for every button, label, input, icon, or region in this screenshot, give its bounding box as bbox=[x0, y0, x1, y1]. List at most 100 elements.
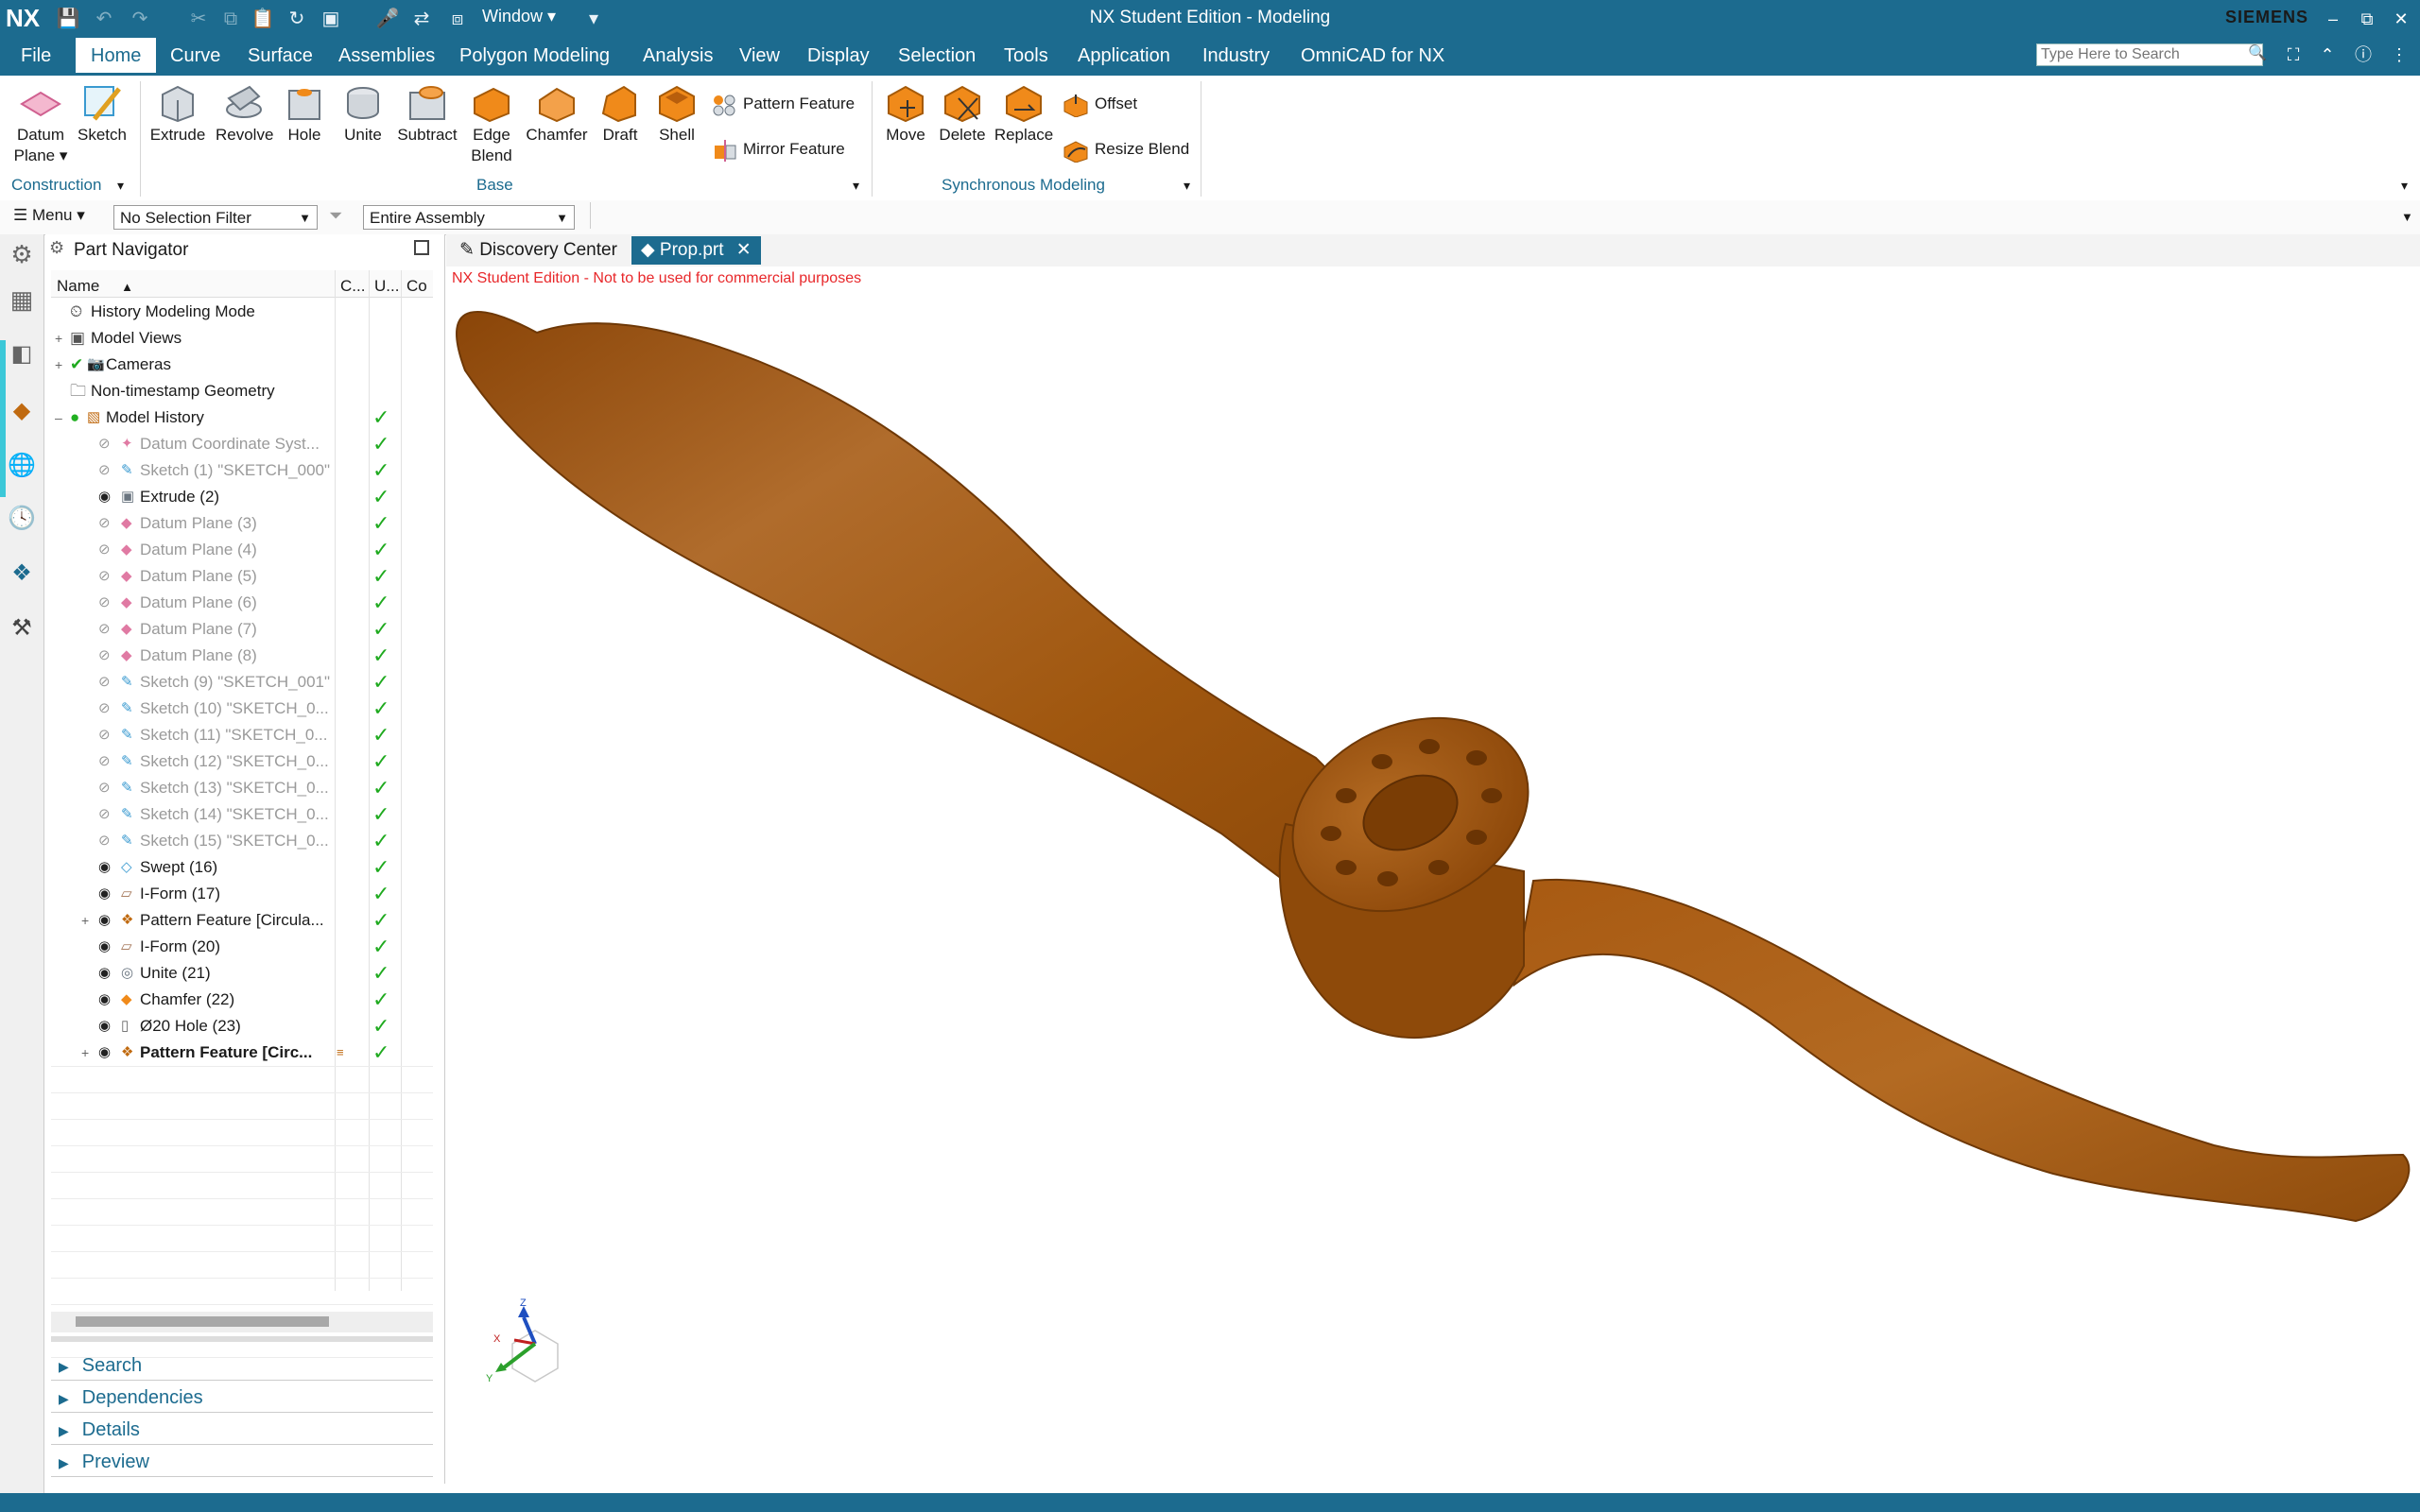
hidden-eye-icon[interactable]: ⊘ bbox=[98, 801, 119, 828]
tree-row[interactable]: + ✔ 📷 Cameras bbox=[51, 352, 431, 378]
maximize-panel-icon[interactable] bbox=[414, 240, 429, 255]
scrollbar-thumb[interactable] bbox=[76, 1316, 329, 1327]
tree-row[interactable]: ⊘ ◆ Datum Plane (5) ✓ bbox=[51, 563, 431, 590]
fullscreen-icon[interactable]: ⛶ bbox=[2276, 40, 2310, 70]
tab-assemblies[interactable]: Assemblies bbox=[338, 38, 435, 74]
propeller-blade-upper[interactable] bbox=[456, 311, 1356, 892]
ribbon-options-icon[interactable]: ▾ bbox=[2401, 178, 2408, 194]
selbar-options-icon[interactable]: ▼ bbox=[2401, 210, 2413, 224]
hidden-eye-icon[interactable]: ⊘ bbox=[98, 748, 119, 775]
tree-row[interactable]: ⊘ ◆ Datum Plane (6) ✓ bbox=[51, 590, 431, 616]
panel-splitter[interactable] bbox=[51, 1336, 433, 1342]
constraint-navigator-icon[interactable]: ◧ bbox=[8, 340, 36, 369]
tab-industry[interactable]: Industry bbox=[1202, 38, 1270, 74]
tab-application[interactable]: Application bbox=[1078, 38, 1170, 74]
expand-icon[interactable]: + bbox=[81, 1040, 89, 1066]
preview-section[interactable]: ▶ Preview bbox=[59, 1448, 149, 1476]
tree-row[interactable]: ◉ ▱ I-Form (17) ✓ bbox=[51, 881, 431, 907]
hidden-eye-icon[interactable]: ⊘ bbox=[98, 828, 119, 854]
settings-icon[interactable]: ⚙ bbox=[8, 240, 36, 268]
tree-row[interactable]: ⏲ History Modeling Mode bbox=[51, 299, 431, 325]
web-browser-icon[interactable]: 🌐 bbox=[8, 452, 36, 480]
tree-row[interactable]: + ◉ ❖ Pattern Feature [Circ... ✓ ≡ bbox=[51, 1040, 431, 1066]
restore-button[interactable]: ⧉ bbox=[2350, 4, 2384, 34]
tab-discovery-center[interactable]: ✎ Discovery Center bbox=[450, 236, 627, 265]
visible-eye-icon[interactable]: ◉ bbox=[98, 881, 119, 907]
tree-row[interactable]: + ▣ Model Views bbox=[51, 325, 431, 352]
more-options-icon[interactable]: ⋮ bbox=[2382, 40, 2416, 70]
tab-surface[interactable]: Surface bbox=[248, 38, 313, 74]
hidden-eye-icon[interactable]: ⊘ bbox=[98, 510, 119, 537]
tab-file[interactable]: File bbox=[21, 38, 51, 74]
unite-button[interactable]: Unite bbox=[335, 81, 391, 146]
tab-home[interactable]: Home bbox=[76, 38, 157, 76]
hole-button[interactable]: Hole bbox=[276, 81, 333, 146]
tab-display[interactable]: Display bbox=[807, 38, 870, 74]
hidden-eye-icon[interactable]: ⊘ bbox=[98, 775, 119, 801]
column-name[interactable]: Name ▲ bbox=[57, 274, 133, 299]
shell-button[interactable]: Shell bbox=[648, 81, 705, 146]
part-navigator-icon[interactable]: ◆ bbox=[8, 397, 36, 425]
filter-icon[interactable]: ⏷ bbox=[329, 206, 342, 226]
column-comment[interactable]: Co bbox=[406, 274, 427, 299]
hidden-eye-icon[interactable]: ⊘ bbox=[98, 563, 119, 590]
hidden-eye-icon[interactable]: ⊘ bbox=[98, 669, 119, 696]
visible-eye-icon[interactable]: ◉ bbox=[98, 854, 119, 881]
tree-row[interactable]: ⊘ ✎ Sketch (14) "SKETCH_0... ✓ bbox=[51, 801, 431, 828]
process-studio-icon[interactable]: ❖ bbox=[8, 559, 36, 588]
hidden-eye-icon[interactable]: ⊘ bbox=[98, 696, 119, 722]
tree-row[interactable]: ◉ ◇ Swept (16) ✓ bbox=[51, 854, 431, 881]
tree-row[interactable]: ⊘ ✦ Datum Coordinate Syst... ✓ bbox=[51, 431, 431, 457]
sync-group-expand-icon[interactable]: ▾ bbox=[1184, 178, 1190, 194]
visible-eye-icon[interactable]: ◉ bbox=[98, 907, 119, 934]
tab-curve[interactable]: Curve bbox=[170, 38, 220, 74]
expand-icon[interactable]: + bbox=[55, 352, 62, 378]
tab-selection[interactable]: Selection bbox=[898, 38, 976, 74]
mirror-feature-button[interactable]: Mirror Feature bbox=[711, 132, 845, 166]
graphics-window[interactable]: Z X Y bbox=[446, 266, 2420, 1484]
expand-icon[interactable]: + bbox=[81, 907, 89, 934]
history-icon[interactable]: 🕓 bbox=[8, 505, 36, 533]
visible-eye-icon[interactable]: ◉ bbox=[98, 1013, 119, 1040]
search-icon[interactable]: 🔍 bbox=[2248, 43, 2267, 62]
command-search-input[interactable] bbox=[2036, 43, 2263, 66]
edge-blend-button[interactable]: Edge Blend bbox=[463, 81, 520, 166]
minimize-button[interactable]: – bbox=[2316, 4, 2350, 34]
visible-eye-icon[interactable]: ◉ bbox=[98, 1040, 119, 1066]
tree-row[interactable]: ⊘ ✎ Sketch (10) "SKETCH_0... ✓ bbox=[51, 696, 431, 722]
tree-row[interactable]: ⊘ ◆ Datum Plane (4) ✓ bbox=[51, 537, 431, 563]
visible-eye-icon[interactable]: ◉ bbox=[98, 987, 119, 1013]
tree-row[interactable]: ⊘ ✎ Sketch (13) "SKETCH_0... ✓ bbox=[51, 775, 431, 801]
tab-omnicad[interactable]: OmniCAD for NX bbox=[1301, 38, 1444, 74]
search-section[interactable]: ▶ Search bbox=[59, 1351, 142, 1380]
base-group-expand-icon[interactable]: ▾ bbox=[853, 178, 859, 194]
tree-row[interactable]: ◉ ◎ Unite (21) ✓ bbox=[51, 960, 431, 987]
tree-row[interactable]: ⊘ ◆ Datum Plane (3) ✓ bbox=[51, 510, 431, 537]
subtract-button[interactable]: Subtract bbox=[397, 81, 458, 146]
chamfer-button[interactable]: Chamfer bbox=[526, 81, 588, 146]
construction-group-expand-icon[interactable]: ▾ bbox=[117, 178, 124, 194]
tools-icon[interactable]: ⚒ bbox=[8, 614, 36, 643]
column-current[interactable]: C... bbox=[340, 274, 365, 299]
offset-button[interactable]: Offset bbox=[1063, 87, 1137, 121]
hidden-eye-icon[interactable]: ⊘ bbox=[98, 431, 119, 457]
view-triad[interactable]: Z X Y bbox=[486, 1297, 559, 1384]
close-tab-icon[interactable]: ✕ bbox=[736, 240, 752, 260]
visible-eye-icon[interactable]: ◉ bbox=[98, 484, 119, 510]
tree-row[interactable]: ◉ ▯ Ø20 Hole (23) ✓ bbox=[51, 1013, 431, 1040]
hidden-eye-icon[interactable]: ⊘ bbox=[98, 457, 119, 484]
propeller-blade-lower[interactable] bbox=[1512, 879, 2411, 1223]
tree-row[interactable]: ⊘ ◆ Datum Plane (8) ✓ bbox=[51, 643, 431, 669]
tab-tools[interactable]: Tools bbox=[1004, 38, 1048, 74]
tree-row[interactable]: ⊘ ✎ Sketch (12) "SKETCH_0... ✓ bbox=[51, 748, 431, 775]
details-section[interactable]: ▶ Details bbox=[59, 1416, 140, 1444]
column-uptodate[interactable]: U... bbox=[374, 274, 399, 299]
datum-plane-button[interactable]: Datum Plane ▾ bbox=[11, 81, 70, 166]
replace-button[interactable]: Replace bbox=[993, 81, 1055, 146]
hidden-eye-icon[interactable]: ⊘ bbox=[98, 590, 119, 616]
tree-row[interactable]: ⊘ ✎ Sketch (1) "SKETCH_000" ✓ bbox=[51, 457, 431, 484]
hidden-eye-icon[interactable]: ⊘ bbox=[98, 643, 119, 669]
move-button[interactable]: Move bbox=[877, 81, 934, 146]
close-button[interactable]: ✕ bbox=[2384, 4, 2418, 34]
tree-row[interactable]: ⊘ ✎ Sketch (11) "SKETCH_0... ✓ bbox=[51, 722, 431, 748]
